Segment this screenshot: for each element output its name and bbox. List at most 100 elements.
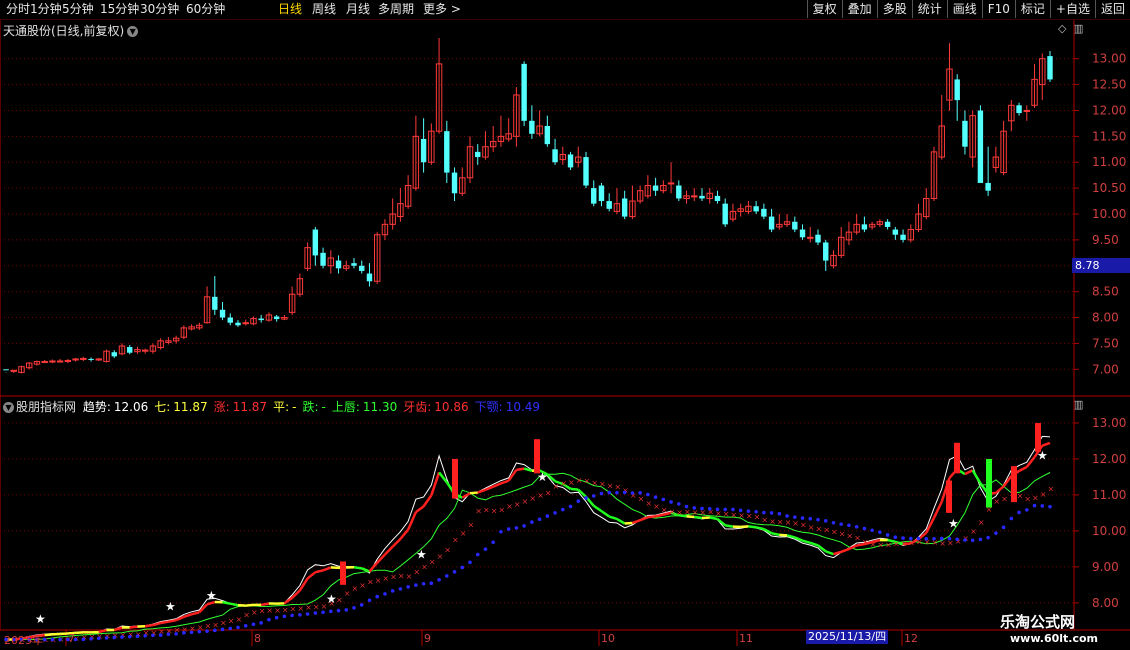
seven-line-segment xyxy=(500,479,510,485)
candle-body xyxy=(219,309,226,318)
jaw-dot xyxy=(707,506,712,511)
jaw-dot xyxy=(1032,503,1037,508)
seven-line-segment xyxy=(260,602,270,607)
star-marker: ★ xyxy=(1037,448,1048,462)
price-tick-label: 7.00 xyxy=(1092,362,1119,376)
candle-body xyxy=(699,195,705,199)
signal-bar xyxy=(340,561,346,585)
seven-line-segment xyxy=(160,620,169,625)
date-label: 11 xyxy=(739,632,753,645)
jaw-dot xyxy=(305,612,310,616)
jaw-dot xyxy=(677,502,681,506)
teeth-mark: × xyxy=(684,508,691,517)
chart-canvas[interactable]: 13.00 12.50 12.00 11.50 11.00 10.50 10.00 9.50 9… xyxy=(0,0,1130,650)
indicator-tick-label: 13.00 xyxy=(1092,416,1126,430)
jaw-dot xyxy=(738,508,743,513)
jaw-dot xyxy=(607,490,611,495)
seven-line-segment xyxy=(593,504,603,513)
teeth-mark: × xyxy=(1024,494,1031,503)
teeth-mark: × xyxy=(251,608,258,617)
teeth-mark: × xyxy=(970,527,977,536)
jaw-dot xyxy=(483,547,488,551)
candle-body xyxy=(529,120,535,134)
jaw-dot xyxy=(746,509,751,513)
teeth-mark: × xyxy=(421,563,428,572)
seven-line-segment xyxy=(840,547,850,553)
teeth-mark: × xyxy=(692,508,699,517)
star-marker: ★ xyxy=(206,589,217,603)
jaw-dot xyxy=(568,504,573,509)
teeth-mark: × xyxy=(993,497,1000,506)
jaw-dot xyxy=(831,520,836,525)
teeth-mark: × xyxy=(522,497,529,506)
seven-line-segment xyxy=(771,532,780,537)
candle-body xyxy=(366,273,373,282)
jaw-dot xyxy=(1040,504,1045,508)
jaw-dot xyxy=(816,517,820,522)
seven-line-segment xyxy=(477,488,486,494)
jaw-dot xyxy=(684,504,689,509)
star-marker: ★ xyxy=(165,599,176,613)
jaw-dot xyxy=(653,495,658,499)
jaw-dot xyxy=(916,536,921,541)
price-tick-label: 11.00 xyxy=(1092,155,1126,169)
seven-line-segment xyxy=(376,553,386,564)
jaw-dot xyxy=(622,490,627,495)
jaw-dot xyxy=(700,506,704,511)
watermark-title: 乐淘公式网 xyxy=(1000,613,1076,631)
jaw-dot xyxy=(243,623,248,628)
jaw-dot xyxy=(359,603,364,607)
teeth-mark: × xyxy=(676,508,683,517)
jaw-dot xyxy=(344,608,349,612)
jaw-dot xyxy=(499,529,503,534)
jaw-dot xyxy=(506,527,511,531)
seven-line-segment xyxy=(191,611,200,616)
teeth-mark: × xyxy=(939,539,946,548)
candle-body xyxy=(591,188,597,204)
seven-line-segment xyxy=(145,623,154,628)
teeth-mark: × xyxy=(220,618,227,627)
jaw-dot xyxy=(1001,525,1006,530)
candle-body xyxy=(954,79,960,101)
candle-body xyxy=(815,234,821,243)
seven-line-segment xyxy=(608,515,618,521)
seven-line-segment xyxy=(353,566,362,570)
candle-body xyxy=(451,172,458,194)
candle-body xyxy=(761,208,767,217)
teeth-mark: × xyxy=(236,615,243,624)
teeth-mark: × xyxy=(661,506,668,515)
jaw-dot xyxy=(947,536,952,541)
signal-bar xyxy=(1011,466,1017,503)
teeth-mark: × xyxy=(375,576,382,585)
teeth-mark: × xyxy=(529,494,536,503)
teeth-mark: × xyxy=(452,535,459,544)
price-tick-label: 8.00 xyxy=(1092,311,1119,325)
date-label: 7 xyxy=(68,632,75,645)
price-tick-label: 10.50 xyxy=(1092,181,1126,195)
date-label: 10 xyxy=(601,632,615,645)
teeth-mark: × xyxy=(406,572,413,581)
seven-line-segment xyxy=(315,569,324,574)
jaw-dot xyxy=(839,522,843,526)
jaw-dot xyxy=(1017,510,1021,515)
seven-line-segment xyxy=(175,615,185,622)
candle-body xyxy=(88,358,94,360)
jaw-dot xyxy=(793,515,797,519)
price-tick-label: 9.50 xyxy=(1092,233,1119,247)
teeth-mark: × xyxy=(382,574,389,583)
teeth-mark: × xyxy=(429,558,436,567)
teeth-mark: × xyxy=(831,527,838,536)
candle-body xyxy=(606,201,612,209)
jaw-dot xyxy=(901,536,905,540)
candle-body xyxy=(667,182,675,185)
teeth-mark: × xyxy=(336,595,343,604)
jaw-dot xyxy=(924,537,929,541)
teeth-mark: × xyxy=(1048,484,1055,493)
teeth-mark: × xyxy=(491,506,498,515)
teeth-mark: × xyxy=(777,518,784,527)
seven-line-segment xyxy=(725,524,734,528)
teeth-mark: × xyxy=(754,512,761,521)
jaw-dot xyxy=(661,497,666,502)
teeth-mark: × xyxy=(816,525,823,534)
teeth-mark: × xyxy=(785,518,792,527)
